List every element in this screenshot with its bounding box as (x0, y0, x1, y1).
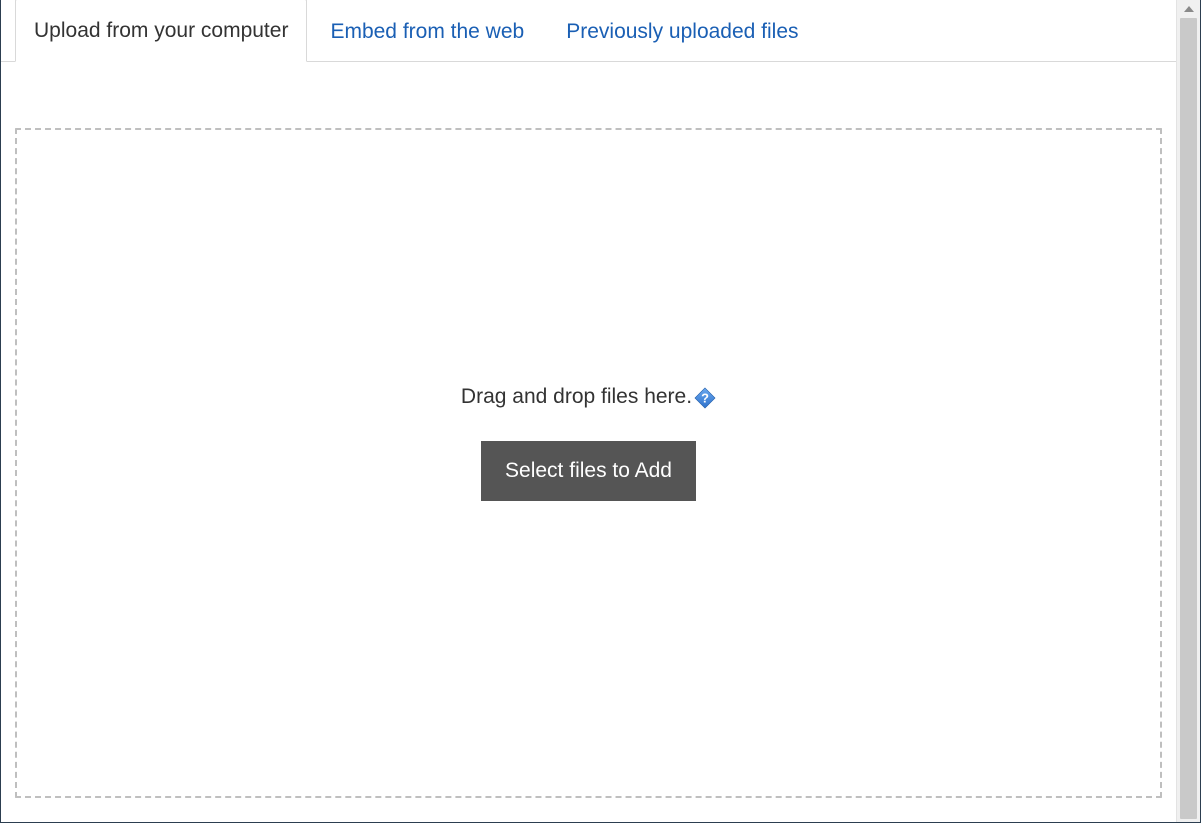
drop-text-row: Drag and drop files here. ? (461, 385, 716, 409)
vertical-scrollbar[interactable] (1176, 0, 1200, 822)
upload-dialog: Upload from your computer Embed from the… (0, 0, 1201, 823)
help-icon[interactable]: ? (694, 387, 716, 409)
tab-row: Upload from your computer Embed from the… (1, 0, 1176, 62)
scroll-thumb[interactable] (1180, 18, 1197, 819)
tab-embed-web[interactable]: Embed from the web (311, 0, 543, 62)
content-area: Upload from your computer Embed from the… (1, 0, 1176, 822)
svg-text:?: ? (701, 391, 709, 406)
dropzone-wrapper: Drag and drop files here. ? (1, 62, 1176, 818)
file-dropzone[interactable]: Drag and drop files here. ? (15, 128, 1162, 798)
tab-previously-uploaded[interactable]: Previously uploaded files (547, 0, 817, 62)
tab-upload-computer[interactable]: Upload from your computer (15, 0, 307, 62)
select-files-button[interactable]: Select files to Add (481, 441, 696, 500)
dropzone-instruction: Drag and drop files here. (461, 385, 692, 409)
scroll-up-button[interactable] (1177, 0, 1200, 18)
